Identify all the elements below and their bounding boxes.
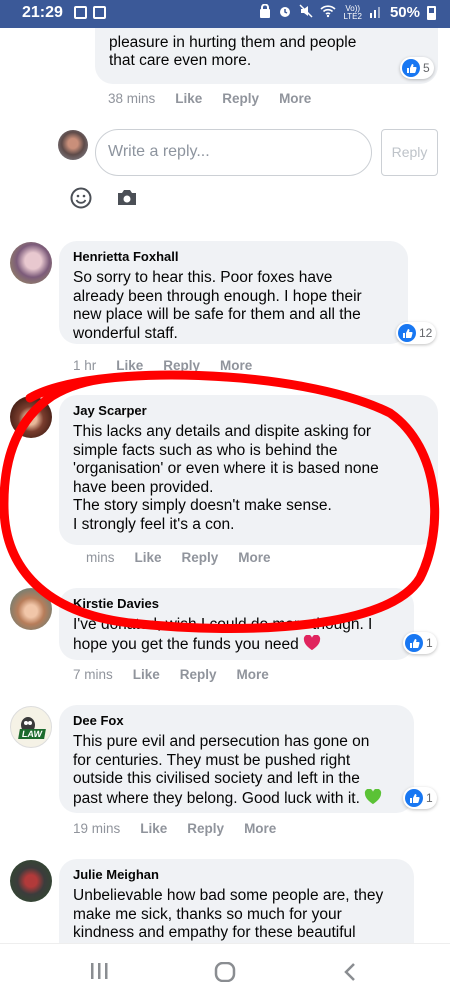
reaction-summary[interactable]: 1	[403, 632, 437, 654]
more-button[interactable]: More	[237, 667, 269, 682]
like-reaction-icon	[405, 634, 423, 652]
mute-icon	[299, 4, 313, 21]
comment-author[interactable]: Henrietta Foxhall	[73, 249, 394, 264]
comment-text: This pure evil and persecution has gone …	[73, 733, 370, 807]
lock-icon	[259, 3, 271, 21]
more-button[interactable]: More	[244, 821, 276, 836]
comment-author[interactable]: Kirstie Davies	[73, 596, 400, 611]
like-button[interactable]: Like	[140, 821, 167, 836]
reply-submit-button[interactable]: Reply	[381, 129, 438, 176]
reaction-summary[interactable]: 5	[400, 57, 434, 79]
comment-time: 7 mins	[73, 667, 113, 682]
reply-button[interactable]: Reply	[163, 358, 200, 373]
comment-time: 19 mins	[73, 821, 121, 836]
like-reaction-icon	[398, 324, 416, 342]
reply-button[interactable]: Reply	[180, 667, 217, 682]
avatar-logo-text: LAW	[18, 729, 46, 739]
more-button[interactable]: More	[220, 358, 252, 373]
signal-icon	[369, 4, 383, 21]
avatar[interactable]	[10, 396, 52, 438]
comment-actions: 1 hr Like Reply More	[73, 358, 252, 373]
reaction-count: 12	[419, 326, 433, 340]
avatar	[58, 130, 88, 160]
wifi-icon	[320, 4, 336, 21]
comment-bubble: Kirstie Davies I've donated, wish I coul…	[59, 588, 414, 660]
comment-text: Unbelievable how bad some people are, th…	[73, 887, 384, 941]
avatar[interactable]: LAW	[10, 706, 52, 748]
comment-time: 1 hr	[73, 358, 97, 373]
comment-actions: 38 mins Like Reply More	[108, 91, 311, 106]
clock: 21:29	[22, 4, 63, 21]
comment-text: This lacks any details and dispite askin…	[73, 423, 379, 533]
more-button[interactable]: More	[238, 550, 270, 565]
reaction-count: 1	[426, 791, 433, 805]
comment-bubble: Julie Meighan Unbelievable how bad some …	[59, 859, 414, 943]
like-button[interactable]: Like	[175, 91, 202, 106]
comments-feed[interactable]: saved from their hunts and take pleasure…	[0, 28, 450, 943]
system-nav-bar	[0, 943, 450, 1000]
comment-bubble: Jay Scarper This lacks any details and d…	[59, 395, 438, 545]
like-button[interactable]: Like	[135, 550, 162, 565]
like-reaction-icon	[405, 789, 423, 807]
avatar[interactable]	[10, 860, 52, 902]
camera-icon[interactable]	[116, 188, 138, 213]
comment-bubble: Dee Fox This pure evil and persecution h…	[59, 705, 414, 813]
reply-button[interactable]: Reply	[222, 91, 259, 106]
reaction-count: 1	[426, 636, 433, 650]
comment-text: saved from their hunts and take pleasure…	[109, 28, 357, 69]
green-heart-emoji-icon	[365, 788, 382, 804]
network-label: Vo)) LTE2	[343, 3, 362, 21]
heart-emoji-icon	[303, 634, 321, 650]
comment-bubble: Henrietta Foxhall So sorry to hear this.…	[59, 241, 408, 344]
battery-percent: 50%	[389, 4, 420, 21]
comment-text: I've donated, wish I could do more thoug…	[73, 616, 373, 653]
comment-text: So sorry to hear this. Poor foxes have a…	[73, 269, 362, 342]
battery-icon	[427, 5, 436, 20]
comment-author[interactable]: Julie Meighan	[73, 867, 400, 882]
reaction-count: 5	[423, 61, 430, 75]
comment-author[interactable]: Dee Fox	[73, 713, 400, 728]
notification-icon	[74, 6, 87, 19]
smiley-icon[interactable]	[70, 187, 92, 214]
like-button[interactable]: Like	[133, 667, 160, 682]
back-icon[interactable]	[343, 962, 357, 987]
comment-author[interactable]: Jay Scarper	[73, 403, 424, 418]
comment-actions: 19 mins Like Reply More	[73, 821, 276, 836]
comment-time: 38 mins	[108, 91, 156, 106]
reply-input[interactable]: Write a reply...	[95, 129, 372, 176]
avatar[interactable]	[10, 588, 52, 630]
home-icon[interactable]	[214, 961, 236, 987]
recents-icon[interactable]	[89, 962, 109, 985]
comment-actions: 7 mins Like Reply More	[73, 667, 269, 682]
status-bar: 21:29 Vo)) LTE2 50%	[0, 0, 450, 28]
alarm-icon	[278, 4, 292, 21]
reaction-summary[interactable]: 1	[403, 787, 437, 809]
like-button[interactable]: Like	[116, 358, 143, 373]
reply-button[interactable]: Reply	[187, 821, 224, 836]
comment-time: mins	[86, 550, 115, 565]
reaction-summary[interactable]: 12	[396, 322, 437, 344]
avatar[interactable]	[10, 242, 52, 284]
comment-actions: mins Like Reply More	[86, 550, 271, 565]
gallery-notification-icon	[93, 6, 106, 19]
reply-button[interactable]: Reply	[182, 550, 219, 565]
like-reaction-icon	[402, 59, 420, 77]
more-button[interactable]: More	[279, 91, 311, 106]
comment-bubble: saved from their hunts and take pleasure…	[95, 28, 438, 84]
